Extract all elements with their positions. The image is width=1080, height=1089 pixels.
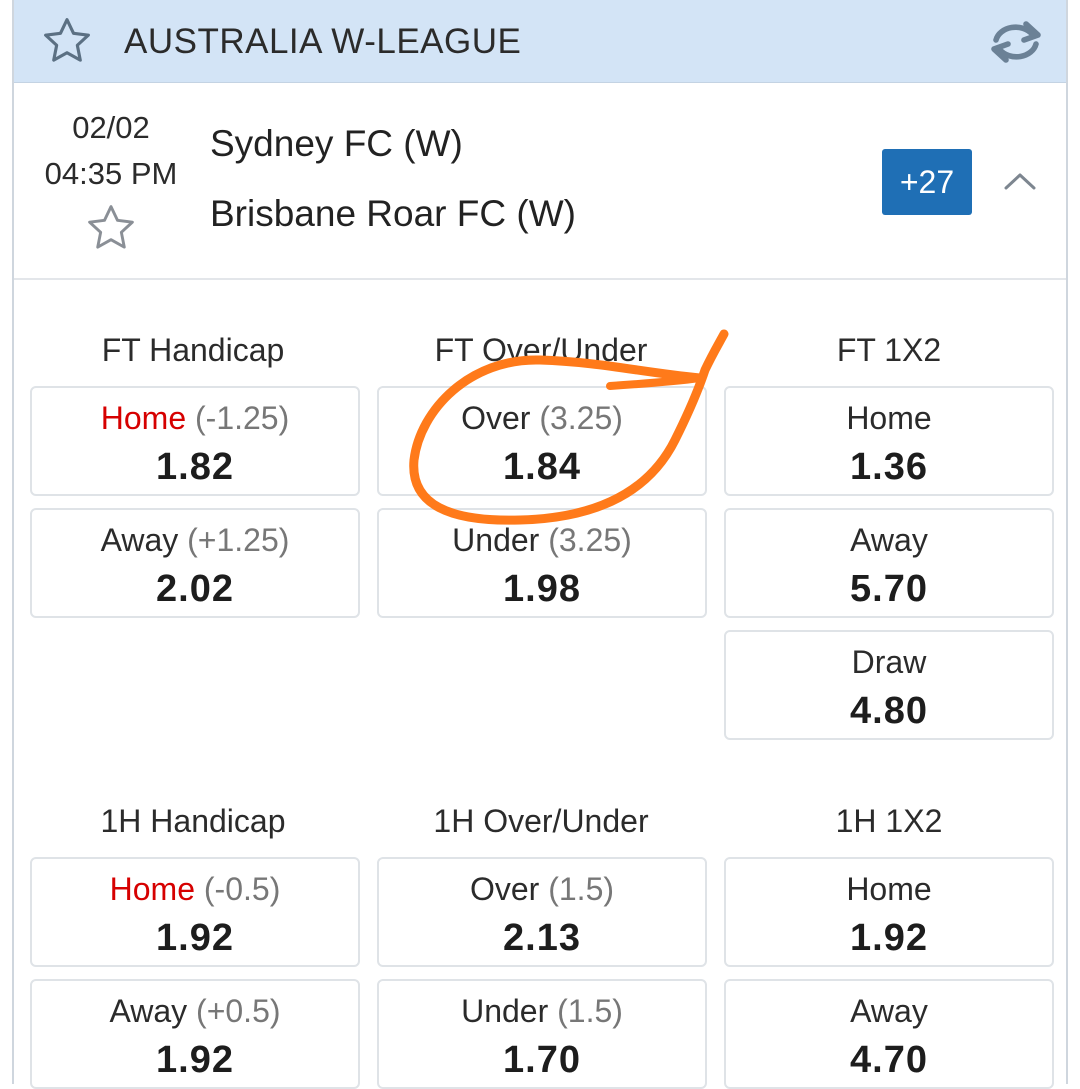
odds-value: 1.82 (156, 446, 234, 488)
odds-button-1h-1x2-away[interactable]: Away 4.70 (724, 979, 1054, 1089)
odds-line: (+0.5) (196, 993, 281, 1029)
odds-side: Away (850, 522, 928, 558)
match-time: 04:35 PM (44, 156, 178, 191)
away-team-name: Brisbane Roar FC (W) (210, 193, 576, 234)
odds-button-ft-over[interactable]: Over (3.25) 1.84 (377, 386, 707, 496)
odds-value: 1.70 (503, 1039, 581, 1081)
match-date: 02/02 (72, 110, 150, 145)
odds-side: Away (109, 993, 188, 1029)
chevron-up-icon[interactable] (1002, 169, 1038, 193)
odds-side: Home (846, 871, 932, 907)
refresh-icon[interactable] (986, 18, 1046, 66)
odds-value: 2.13 (503, 917, 581, 959)
odds-line: (3.25) (539, 400, 623, 436)
odds-value: 1.98 (503, 568, 581, 610)
odds-button-ft-1x2-away[interactable]: Away 5.70 (724, 508, 1054, 618)
odds-value: 1.36 (850, 446, 928, 488)
league-title: AUSTRALIA W-LEAGUE (124, 22, 522, 61)
odds-line: (1.5) (548, 871, 615, 907)
star-outline-icon[interactable] (84, 201, 138, 255)
more-markets-button[interactable]: +27 (882, 149, 972, 215)
odds-button-ft-handicap-away[interactable]: Away (+1.25) 2.02 (30, 508, 360, 618)
odds-value: 2.02 (156, 568, 234, 610)
odds-button-ft-handicap-home[interactable]: Home (-1.25) 1.82 (30, 386, 360, 496)
market-title-1h-handicap: 1H Handicap (100, 803, 286, 839)
odds-line: (1.5) (557, 993, 623, 1029)
odds-side: Home (846, 400, 932, 436)
odds-button-1h-1x2-home[interactable]: Home 1.92 (724, 857, 1054, 967)
odds-line: (-0.5) (203, 871, 281, 907)
odds-button-1h-handicap-away[interactable]: Away (+0.5) 1.92 (30, 979, 360, 1089)
odds-value: 1.92 (156, 1039, 234, 1081)
odds-side: Away (850, 993, 928, 1029)
odds-button-1h-handicap-home[interactable]: Home (-0.5) 1.92 (30, 857, 360, 967)
odds-side: Draw (851, 644, 927, 680)
star-outline-icon[interactable] (40, 14, 94, 68)
odds-side: Under (452, 522, 540, 558)
league-header: AUSTRALIA W-LEAGUE (14, 0, 1066, 83)
odds-line: (-1.25) (195, 400, 290, 436)
odds-button-1h-over[interactable]: Over (1.5) 2.13 (377, 857, 707, 967)
market-title-ft-handicap: FT Handicap (101, 332, 285, 368)
market-title-ft-1x2: FT 1X2 (836, 332, 942, 368)
odds-button-1h-under[interactable]: Under (1.5) 1.70 (377, 979, 707, 1089)
league-card: AUSTRALIA W-LEAGUE 02/02 04:35 PM Sydney… (12, 0, 1068, 1089)
odds-button-ft-1x2-draw[interactable]: Draw 4.80 (724, 630, 1054, 740)
odds-side: Away (100, 522, 179, 558)
home-team-name: Sydney FC (W) (210, 123, 463, 164)
odds-side: Home (100, 400, 187, 436)
odds-button-ft-under[interactable]: Under (3.25) 1.98 (377, 508, 707, 618)
odds-value: 4.80 (850, 690, 928, 732)
market-title-1h-over-under: 1H Over/Under (433, 803, 649, 839)
market-title-ft-over-under: FT Over/Under (434, 332, 648, 368)
odds-value: 5.70 (850, 568, 928, 610)
odds-line: (+1.25) (187, 522, 290, 558)
odds-line: (3.25) (548, 522, 632, 558)
match-datetime: 02/02 04:35 PM (38, 105, 184, 197)
odds-button-ft-1x2-home[interactable]: Home 1.36 (724, 386, 1054, 496)
match-row[interactable]: 02/02 04:35 PM Sydney FC (W) Brisbane Ro… (14, 83, 1066, 280)
odds-value: 4.70 (850, 1039, 928, 1081)
odds-value: 1.92 (850, 917, 928, 959)
odds-value: 1.92 (156, 917, 234, 959)
market-title-1h-1x2: 1H 1X2 (835, 803, 943, 839)
odds-side: Home (109, 871, 195, 907)
odds-side: Over (461, 400, 531, 436)
odds-side: Over (469, 871, 540, 907)
odds-side: Under (461, 993, 549, 1029)
odds-value: 1.84 (503, 446, 581, 488)
